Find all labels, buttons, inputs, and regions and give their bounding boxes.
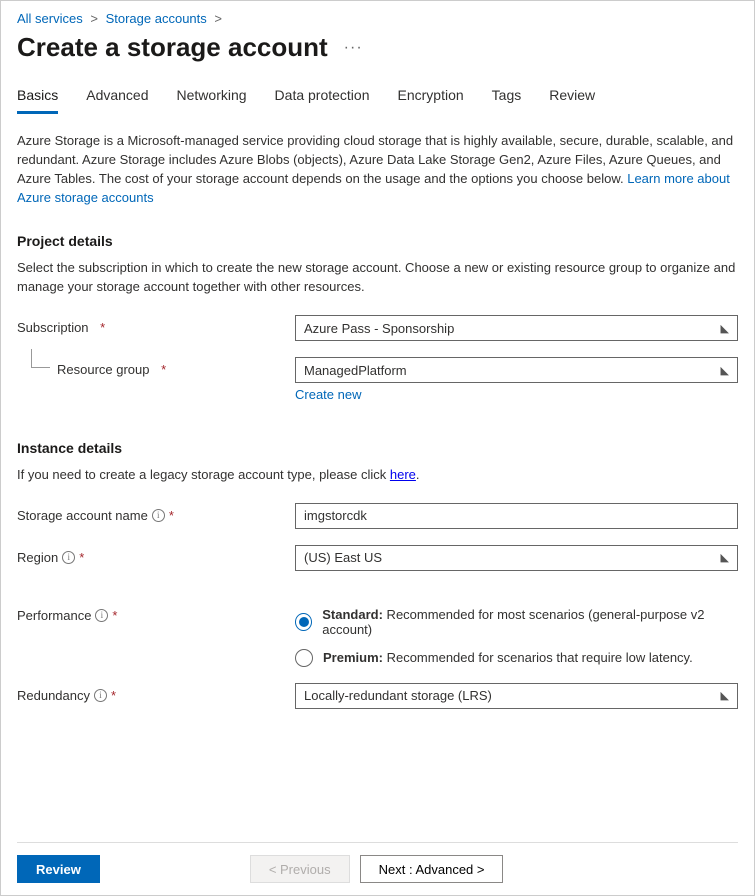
info-icon[interactable]: i (95, 609, 108, 622)
performance-standard-label: Standard: Recommended for most scenarios… (322, 607, 738, 637)
subscription-value: Azure Pass - Sponsorship (304, 321, 454, 336)
previous-button: < Previous (250, 855, 350, 883)
redundancy-value: Locally-redundant storage (LRS) (304, 688, 492, 703)
legacy-note: If you need to create a legacy storage a… (17, 466, 738, 485)
label-redundancy: Redundancy i * (17, 683, 295, 703)
chevron-right-icon: > (90, 11, 98, 26)
next-button[interactable]: Next : Advanced > (360, 855, 504, 883)
more-menu-icon[interactable]: ··· (344, 39, 363, 57)
tab-advanced[interactable]: Advanced (86, 87, 148, 114)
create-new-link[interactable]: Create new (295, 387, 361, 402)
redundancy-select[interactable]: Locally-redundant storage (LRS) ◣ (295, 683, 738, 709)
performance-premium-label: Premium: Recommended for scenarios that … (323, 650, 693, 665)
region-value: (US) East US (304, 550, 382, 565)
section-desc-project: Select the subscription in which to crea… (17, 259, 738, 297)
performance-premium-radio[interactable]: Premium: Recommended for scenarios that … (295, 649, 738, 667)
region-select[interactable]: (US) East US ◣ (295, 545, 738, 571)
performance-standard-radio[interactable]: Standard: Recommended for most scenarios… (295, 607, 738, 637)
label-resource-group: Resource group * (57, 357, 295, 377)
section-title-project: Project details (17, 233, 738, 249)
subscription-select[interactable]: Azure Pass - Sponsorship ◣ (295, 315, 738, 341)
chevron-down-icon: ◣ (721, 322, 729, 335)
legacy-link[interactable]: here (390, 467, 416, 482)
label-subscription: Subscription * (17, 315, 295, 335)
label-storage-account-name: Storage account name i * (17, 503, 295, 523)
tab-basics[interactable]: Basics (17, 87, 58, 114)
info-icon[interactable]: i (152, 509, 165, 522)
storage-account-name-input[interactable]: imgstorcdk (295, 503, 738, 529)
resource-group-value: ManagedPlatform (304, 363, 407, 378)
chevron-down-icon: ◣ (721, 689, 729, 702)
tab-bar: Basics Advanced Networking Data protecti… (17, 87, 738, 114)
label-performance: Performance i * (17, 603, 295, 623)
tab-review[interactable]: Review (549, 87, 595, 114)
tab-tags[interactable]: Tags (492, 87, 522, 114)
page-title: Create a storage account (17, 32, 328, 63)
resource-group-select[interactable]: ManagedPlatform ◣ (295, 357, 738, 383)
footer-bar: Review < Previous Next : Advanced > (17, 842, 738, 883)
breadcrumb: All services > Storage accounts > (17, 11, 738, 26)
info-icon[interactable]: i (94, 689, 107, 702)
chevron-right-icon: > (214, 11, 222, 26)
intro-text: Azure Storage is a Microsoft-managed ser… (17, 132, 738, 207)
tab-networking[interactable]: Networking (177, 87, 247, 114)
chevron-down-icon: ◣ (721, 364, 729, 377)
radio-icon (295, 613, 312, 631)
radio-icon (295, 649, 313, 667)
breadcrumb-link-all-services[interactable]: All services (17, 11, 83, 26)
label-region: Region i * (17, 545, 295, 565)
tab-encryption[interactable]: Encryption (398, 87, 464, 114)
info-icon[interactable]: i (62, 551, 75, 564)
section-title-instance: Instance details (17, 440, 738, 456)
breadcrumb-link-storage-accounts[interactable]: Storage accounts (106, 11, 207, 26)
storage-account-name-value: imgstorcdk (304, 508, 367, 523)
chevron-down-icon: ◣ (721, 551, 729, 564)
review-button[interactable]: Review (17, 855, 100, 883)
tab-data-protection[interactable]: Data protection (275, 87, 370, 114)
